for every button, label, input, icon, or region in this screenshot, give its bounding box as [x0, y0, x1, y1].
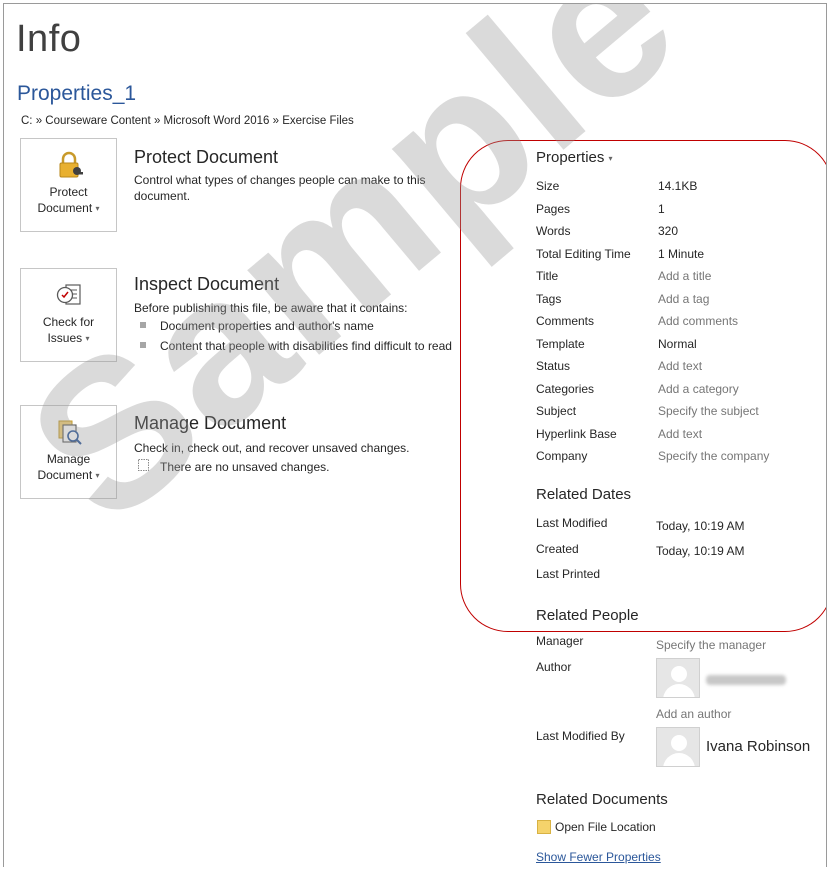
add-author-link[interactable]: Add an author	[656, 707, 731, 721]
chevron-down-icon: ▾	[95, 471, 100, 480]
info-pane: Info Properties_1 C: » Courseware Conten…	[3, 3, 827, 867]
inspect-document-desc: Before publishing this file, be aware th…	[134, 301, 408, 315]
show-fewer-properties-link[interactable]: Show Fewer Properties	[536, 850, 661, 864]
document-name: Properties_1	[17, 82, 137, 105]
check-button-label-2: Issues	[47, 331, 83, 345]
document-icon	[138, 458, 149, 471]
manage-document-button[interactable]: Manage Document ▾	[20, 405, 117, 499]
manager-field[interactable]: Specify the manager	[656, 638, 766, 652]
inspect-item: Document properties and author's name	[160, 319, 374, 333]
check-for-issues-button[interactable]: Check for Issues ▾	[20, 268, 117, 362]
open-file-location-button[interactable]: Open File Location	[537, 820, 656, 834]
protect-document-desc: Control what types of changes people can…	[134, 173, 426, 203]
bullet-icon	[140, 342, 146, 348]
last-modified-by-name: Ivana Robinson	[706, 738, 811, 755]
check-button-label-1: Check for	[42, 315, 95, 329]
highlight-annotation	[460, 140, 826, 632]
manage-document-title: Manage Document	[134, 413, 287, 433]
protect-document-title: Protect Document	[134, 147, 279, 167]
inspect-document-title: Inspect Document	[134, 274, 280, 294]
chevron-down-icon: ▾	[95, 204, 100, 213]
manage-document-desc: Check in, check out, and recover unsaved…	[134, 441, 410, 455]
document-path[interactable]: C: » Courseware Content » Microsoft Word…	[21, 115, 354, 127]
manage-button-label-1: Manage	[46, 452, 91, 466]
last-modified-by-label: Last Modified By	[536, 729, 625, 743]
unsaved-changes-note: There are no unsaved changes.	[160, 460, 330, 474]
protect-document-button[interactable]: Protect Document ▾	[20, 138, 117, 232]
author-avatar[interactable]	[656, 658, 700, 698]
last-modified-by-avatar[interactable]	[656, 727, 700, 767]
chevron-down-icon: ▾	[85, 334, 90, 343]
inspect-document-icon	[55, 281, 83, 309]
protect-button-label-1: Protect	[49, 185, 88, 199]
protect-button-label-2: Document	[37, 201, 93, 215]
bullet-icon	[140, 322, 146, 328]
folder-icon	[537, 820, 551, 834]
related-documents-heading: Related Documents	[536, 791, 668, 808]
manage-document-icon	[55, 418, 83, 446]
inspect-item: Content that people with disabilities fi…	[160, 339, 452, 353]
manager-label: Manager	[536, 634, 584, 648]
author-label: Author	[536, 660, 572, 674]
lock-icon	[55, 151, 83, 179]
manage-button-label-2: Document	[37, 468, 93, 482]
page-title: Info	[16, 18, 82, 60]
open-file-location-label: Open File Location	[555, 820, 656, 834]
author-name-blurred	[706, 675, 786, 685]
